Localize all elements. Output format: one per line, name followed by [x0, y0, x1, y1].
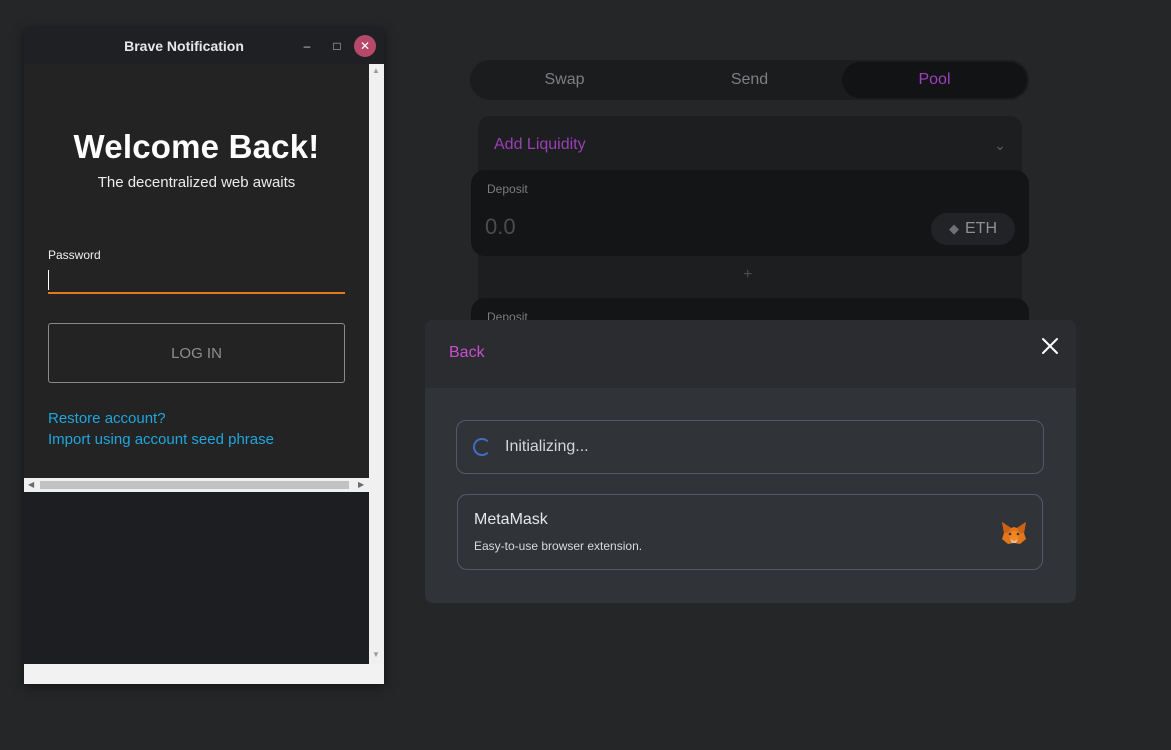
restore-account-link[interactable]: Restore account?: [48, 410, 166, 427]
close-icon[interactable]: [1038, 334, 1062, 358]
initializing-text: Initializing...: [505, 438, 589, 455]
wallet-description: Easy-to-use browser extension.: [474, 539, 643, 553]
metamask-option[interactable]: MetaMask Easy-to-use browser extension.: [457, 494, 1043, 570]
login-button[interactable]: LOG IN: [48, 323, 345, 383]
tab-swap[interactable]: Swap: [472, 62, 657, 98]
add-liquidity-title: Add Liquidity: [494, 136, 586, 153]
wallet-modal: Back Initializing... MetaMask Easy-to-us…: [425, 320, 1076, 603]
import-seed-phrase-link[interactable]: Import using account seed phrase: [48, 431, 274, 448]
deposit-amount-input[interactable]: 0.0: [485, 214, 516, 240]
scroll-left-icon[interactable]: ◀: [28, 480, 34, 489]
initializing-status: Initializing...: [456, 420, 1044, 474]
notification-window: Brave Notification – □ ✕ Welcome Back! T…: [24, 28, 384, 684]
tab-send[interactable]: Send: [657, 62, 842, 98]
welcome-subtitle: The decentralized web awaits: [97, 174, 296, 191]
text-caret: [48, 270, 49, 290]
password-field[interactable]: [48, 264, 345, 294]
spinner-icon: [473, 438, 491, 456]
maximize-icon[interactable]: □: [326, 35, 348, 57]
tab-pool[interactable]: Pool: [842, 62, 1027, 98]
scroll-down-icon[interactable]: ▼: [372, 650, 380, 659]
password-label: Password: [48, 248, 101, 262]
horizontal-scrollbar[interactable]: ◀ ▶: [24, 478, 369, 492]
back-button[interactable]: Back: [449, 344, 485, 362]
swap-send-pool-tabs: Swap Send Pool: [470, 60, 1029, 100]
deposit-card-1: Deposit 0.0 ◆ ETH: [471, 170, 1029, 256]
plus-icon: +: [743, 266, 753, 283]
welcome-heading: Welcome Back!: [73, 128, 320, 165]
chevron-down-icon: ⌄: [994, 136, 1006, 153]
eth-icon: ◆: [949, 221, 959, 236]
scroll-right-icon[interactable]: ▶: [358, 480, 364, 489]
scroll-up-icon[interactable]: ▲: [372, 66, 380, 75]
close-window-icon[interactable]: ✕: [354, 35, 376, 57]
metamask-fox-icon: [1002, 522, 1026, 544]
modal-header: Back: [425, 320, 1076, 388]
wallet-name: MetaMask: [474, 511, 548, 528]
minimize-icon[interactable]: –: [296, 35, 318, 57]
deposit-label: Deposit: [487, 182, 528, 196]
vertical-scrollbar[interactable]: ▲ ▼: [369, 64, 384, 664]
window-titlebar[interactable]: Brave Notification – □ ✕: [24, 28, 384, 64]
login-panel: Welcome Back! The decentralized web awai…: [24, 64, 369, 478]
horizontal-scroll-thumb[interactable]: [40, 481, 349, 489]
blank-area: [24, 492, 369, 664]
token-symbol: ETH: [965, 220, 997, 237]
token-select-button[interactable]: ◆ ETH: [931, 213, 1015, 245]
add-liquidity-header[interactable]: Add Liquidity ⌄: [494, 134, 1006, 156]
